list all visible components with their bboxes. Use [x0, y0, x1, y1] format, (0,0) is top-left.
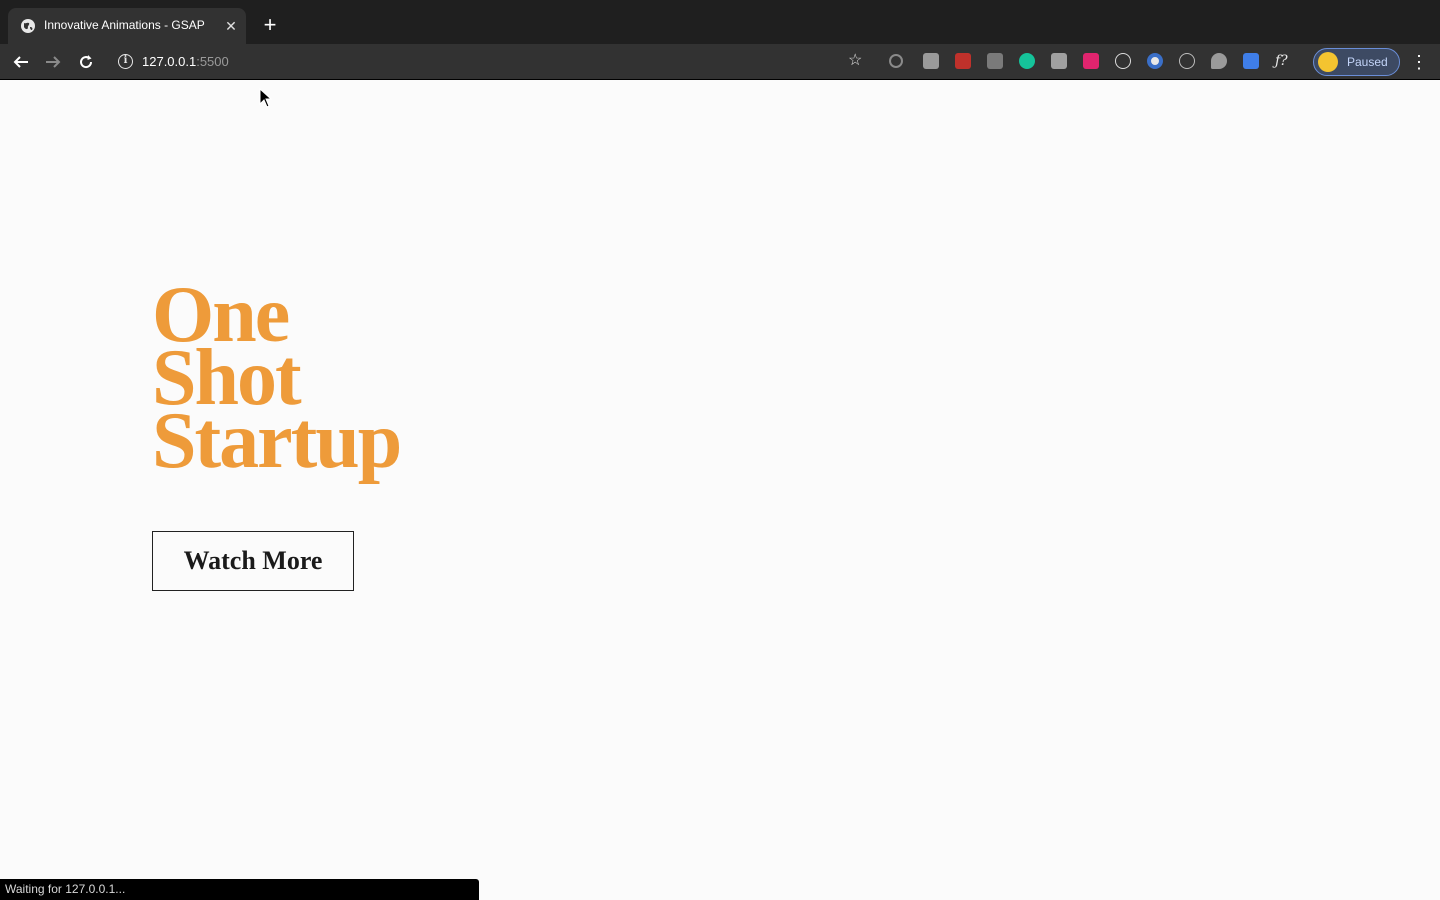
reload-icon	[80, 55, 93, 69]
avatar	[1318, 52, 1338, 72]
browser-toolbar: i 127.0.0.1:5500 ☆ ƒ? Paused ⋮	[0, 44, 1440, 80]
circle-ext-icon[interactable]	[1147, 53, 1163, 69]
url-text: 127.0.0.1:5500	[142, 54, 229, 69]
tab-strip: Innovative Animations - GSAP ✕ +	[0, 0, 1440, 44]
home-ext-icon[interactable]	[1051, 53, 1067, 69]
hero-title: One Shot Startup	[152, 275, 402, 485]
mouse-cursor-icon	[259, 88, 273, 108]
status-bar: Waiting for 127.0.0.1...	[0, 879, 479, 900]
clock-ext-icon[interactable]	[1179, 53, 1195, 69]
url-host: 127.0.0.1	[142, 54, 197, 69]
bookmark-star-icon[interactable]: ☆	[848, 52, 862, 70]
timer-ext-icon[interactable]	[1083, 53, 1099, 69]
close-tab-icon[interactable]: ✕	[222, 17, 240, 35]
address-bar[interactable]: i 127.0.0.1:5500	[108, 48, 878, 76]
kebab-menu-icon[interactable]: ⋮	[1410, 50, 1428, 74]
grammarly-ext-icon[interactable]	[1019, 53, 1035, 69]
watch-more-button[interactable]: Watch More	[152, 531, 354, 591]
back-button[interactable]	[8, 49, 34, 75]
url-port: :5500	[196, 54, 229, 69]
bookmark-ext-icon[interactable]	[923, 53, 939, 69]
browser-tab[interactable]: Innovative Animations - GSAP ✕	[8, 8, 246, 44]
profile-button[interactable]: Paused	[1313, 48, 1400, 76]
tab-title: Innovative Animations - GSAP	[44, 18, 205, 32]
font-ext-icon[interactable]: ƒ?	[1275, 53, 1295, 69]
back-arrow-icon	[13, 56, 28, 68]
chart-ext-icon[interactable]	[955, 53, 971, 69]
forward-button[interactable]	[40, 49, 66, 75]
site-info-icon[interactable]: i	[118, 54, 133, 69]
new-tab-button[interactable]: +	[258, 14, 282, 38]
react-ext-icon[interactable]	[1115, 53, 1131, 69]
globe-icon	[21, 19, 35, 33]
forward-arrow-icon	[46, 56, 61, 68]
translate-ext-icon[interactable]	[1243, 53, 1259, 69]
leaf-ext-icon[interactable]	[1211, 53, 1227, 69]
hero-line-3: Startup	[152, 397, 402, 485]
profile-status-label: Paused	[1347, 55, 1388, 69]
refresh-ext-icon[interactable]	[889, 54, 903, 68]
reload-button[interactable]	[73, 49, 99, 75]
css-ext-icon[interactable]	[987, 53, 1003, 69]
